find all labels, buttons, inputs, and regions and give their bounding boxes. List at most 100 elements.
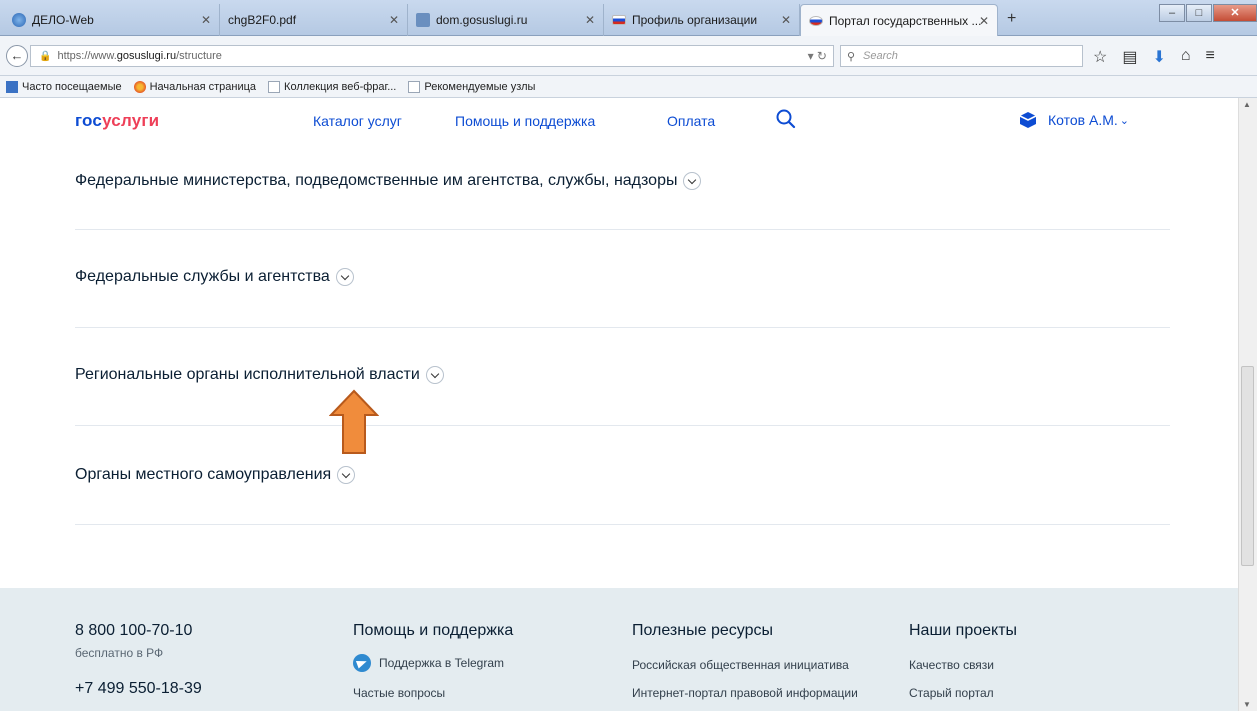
phone-free[interactable]: 8 800 100-70-10 bbox=[75, 622, 202, 640]
chevron-down-icon[interactable] bbox=[335, 268, 354, 286]
section-local-government[interactable]: Органы местного самоуправления bbox=[75, 426, 1170, 525]
russia-flag-icon bbox=[809, 15, 823, 26]
address-bar[interactable]: 🔒 https://www. gosuslugi.ru/structure ▾ ↻ bbox=[30, 45, 834, 67]
search-icon[interactable] bbox=[775, 108, 797, 130]
logo-part-1: гос bbox=[75, 111, 103, 130]
scroll-down-icon[interactable]: ▼ bbox=[1243, 700, 1251, 709]
footer-projects-title: Наши проекты bbox=[909, 622, 1018, 639]
user-cube-icon bbox=[1019, 112, 1037, 128]
phone-paid[interactable]: +7 499 550-18-39 bbox=[75, 680, 202, 698]
browser-window: ДЕЛО-Web ✕ chgB2F0.pdf ✕ dom.gosuslugi.r… bbox=[0, 0, 1257, 711]
navigation-bar: ← 🔒 https://www. gosuslugi.ru/structure ▾… bbox=[0, 36, 1257, 76]
logo-part-2: услуги bbox=[102, 111, 160, 130]
phone-free-note: бесплатно в РФ bbox=[75, 646, 164, 660]
vertical-scrollbar[interactable]: ▲ ▼ bbox=[1238, 98, 1257, 711]
chevron-down-icon[interactable] bbox=[337, 466, 356, 484]
close-tab-icon[interactable]: ✕ bbox=[781, 13, 791, 27]
close-tab-icon[interactable]: ✕ bbox=[389, 13, 399, 27]
tab-label: Профиль организации bbox=[632, 13, 758, 27]
url-domain: gosuslugi.ru bbox=[116, 50, 177, 62]
bookmark-label: Коллекция веб-фраг... bbox=[284, 80, 397, 93]
nav-catalog[interactable]: Каталог услуг bbox=[313, 113, 402, 129]
bookmark-web-slices[interactable]: Коллекция веб-фраг... bbox=[268, 80, 397, 93]
bookmark-label: Начальная страница bbox=[149, 80, 257, 93]
window-controls: – □ ✕ bbox=[1158, 4, 1257, 22]
tab-label: ДЕЛО-Web bbox=[32, 13, 94, 27]
footer-contacts: 8 800 100-70-10 бесплатно в РФ +7 499 55… bbox=[75, 622, 202, 698]
section-title: Региональные органы исполнительной власт… bbox=[75, 366, 444, 384]
chevron-down-icon[interactable] bbox=[425, 366, 444, 384]
new-tab-button[interactable]: + bbox=[1007, 10, 1016, 28]
bookmark-start-page[interactable]: Начальная страница bbox=[133, 80, 257, 93]
project-link[interactable]: Старый портал bbox=[909, 686, 1017, 700]
page-icon bbox=[408, 80, 421, 93]
bookmark-label: Рекомендуемые узлы bbox=[424, 80, 536, 93]
nav-payment[interactable]: Оплата bbox=[667, 113, 715, 129]
menu-icon[interactable]: ≡ bbox=[1206, 47, 1215, 67]
site-footer: 8 800 100-70-10 бесплатно в РФ +7 499 55… bbox=[0, 588, 1238, 711]
section-title-text: Региональные органы исполнительной власт… bbox=[75, 366, 420, 383]
building-icon bbox=[416, 13, 430, 27]
search-input[interactable]: ⚲ Search bbox=[840, 45, 1083, 67]
annotation-arrow-icon bbox=[329, 389, 379, 454]
resource-link[interactable]: Интернет-портал правовой информации bbox=[632, 686, 858, 700]
minimize-button[interactable]: – bbox=[1159, 4, 1185, 22]
tab-pdf[interactable]: chgB2F0.pdf ✕ bbox=[220, 4, 408, 36]
page-content: госуслуги Каталог услуг Помощь и поддерж… bbox=[0, 98, 1238, 711]
user-menu[interactable]: Котов А.М. ⌄ bbox=[1018, 110, 1129, 130]
bookmark-star-icon[interactable]: ☆ bbox=[1093, 47, 1107, 67]
url-prefix: https://www. bbox=[57, 50, 117, 62]
bookmark-label: Часто посещаемые bbox=[22, 80, 122, 93]
search-placeholder: Search bbox=[863, 50, 898, 62]
back-button[interactable]: ← bbox=[6, 45, 28, 67]
most-visited-icon bbox=[6, 80, 18, 93]
reload-icon[interactable]: ▾ ↻ bbox=[808, 49, 827, 63]
section-title-text: Федеральные министерства, подведомственн… bbox=[75, 172, 678, 189]
url-path: /structure bbox=[176, 50, 222, 62]
section-title: Федеральные службы и агентства bbox=[75, 268, 354, 286]
section-title-text: Органы местного самоуправления bbox=[75, 466, 332, 483]
tab-dom-gosuslugi[interactable]: dom.gosuslugi.ru ✕ bbox=[408, 4, 604, 36]
faq-link[interactable]: Частые вопросы bbox=[353, 686, 513, 700]
page-icon bbox=[268, 80, 281, 93]
telegram-icon bbox=[353, 654, 371, 672]
footer-resources: Полезные ресурсы Российская общественная… bbox=[632, 622, 858, 700]
scrollbar-thumb[interactable] bbox=[1241, 366, 1254, 566]
russia-flag-icon bbox=[612, 15, 626, 25]
resource-link[interactable]: Российская общественная инициатива bbox=[632, 658, 858, 672]
section-title-text: Федеральные службы и агентства bbox=[75, 268, 330, 285]
bookmark-suggested-sites[interactable]: Рекомендуемые узлы bbox=[408, 80, 536, 93]
close-tab-icon[interactable]: ✕ bbox=[979, 14, 989, 28]
close-tab-icon[interactable]: ✕ bbox=[585, 13, 595, 27]
home-icon[interactable]: ⌂ bbox=[1181, 47, 1191, 67]
bookmark-most-visited[interactable]: Часто посещаемые bbox=[6, 80, 122, 93]
link-label: Поддержка в Telegram bbox=[379, 656, 504, 670]
project-link[interactable]: Качество связи bbox=[909, 658, 1017, 672]
user-name: Котов А.М. bbox=[1048, 112, 1118, 128]
magnifier-icon: ⚲ bbox=[847, 51, 856, 63]
nav-help[interactable]: Помощь и поддержка bbox=[455, 113, 595, 129]
section-federal-ministries[interactable]: Федеральные министерства, подведомственн… bbox=[75, 144, 1170, 230]
gosuslugi-logo[interactable]: госуслуги bbox=[75, 111, 159, 131]
reading-list-icon[interactable]: ▤ bbox=[1122, 47, 1137, 67]
toolbar-icons: ☆ ▤ ⬇ ⌂ ≡ bbox=[1093, 47, 1215, 67]
tab-org-profile[interactable]: Профиль организации ✕ bbox=[604, 4, 800, 36]
firefox-icon bbox=[133, 80, 146, 93]
close-tab-icon[interactable]: ✕ bbox=[201, 13, 211, 27]
bookmarks-bar: Часто посещаемые Начальная страница Колл… bbox=[0, 76, 1257, 98]
section-regional-authorities[interactable]: Региональные органы исполнительной власт… bbox=[75, 328, 1170, 426]
download-icon[interactable]: ⬇ bbox=[1152, 47, 1165, 67]
close-window-button[interactable]: ✕ bbox=[1213, 4, 1257, 22]
telegram-support-link[interactable]: Поддержка в Telegram bbox=[353, 654, 513, 672]
scroll-up-icon[interactable]: ▲ bbox=[1243, 100, 1251, 109]
footer-help: Помощь и поддержка Поддержка в Telegram … bbox=[353, 622, 513, 700]
tab-delo-web[interactable]: ДЕЛО-Web ✕ bbox=[4, 4, 220, 36]
chevron-down-icon: ⌄ bbox=[1119, 114, 1129, 127]
chevron-down-icon[interactable] bbox=[683, 172, 702, 190]
tab-gosuslugi-portal[interactable]: Портал государственных ... ✕ bbox=[800, 4, 998, 36]
maximize-button[interactable]: □ bbox=[1186, 4, 1212, 22]
tab-label: Портал государственных ... bbox=[829, 13, 982, 28]
section-federal-services[interactable]: Федеральные службы и агентства bbox=[75, 230, 1170, 328]
site-header: госуслуги Каталог услуг Помощь и поддерж… bbox=[0, 98, 1238, 144]
ie-icon bbox=[12, 13, 26, 27]
